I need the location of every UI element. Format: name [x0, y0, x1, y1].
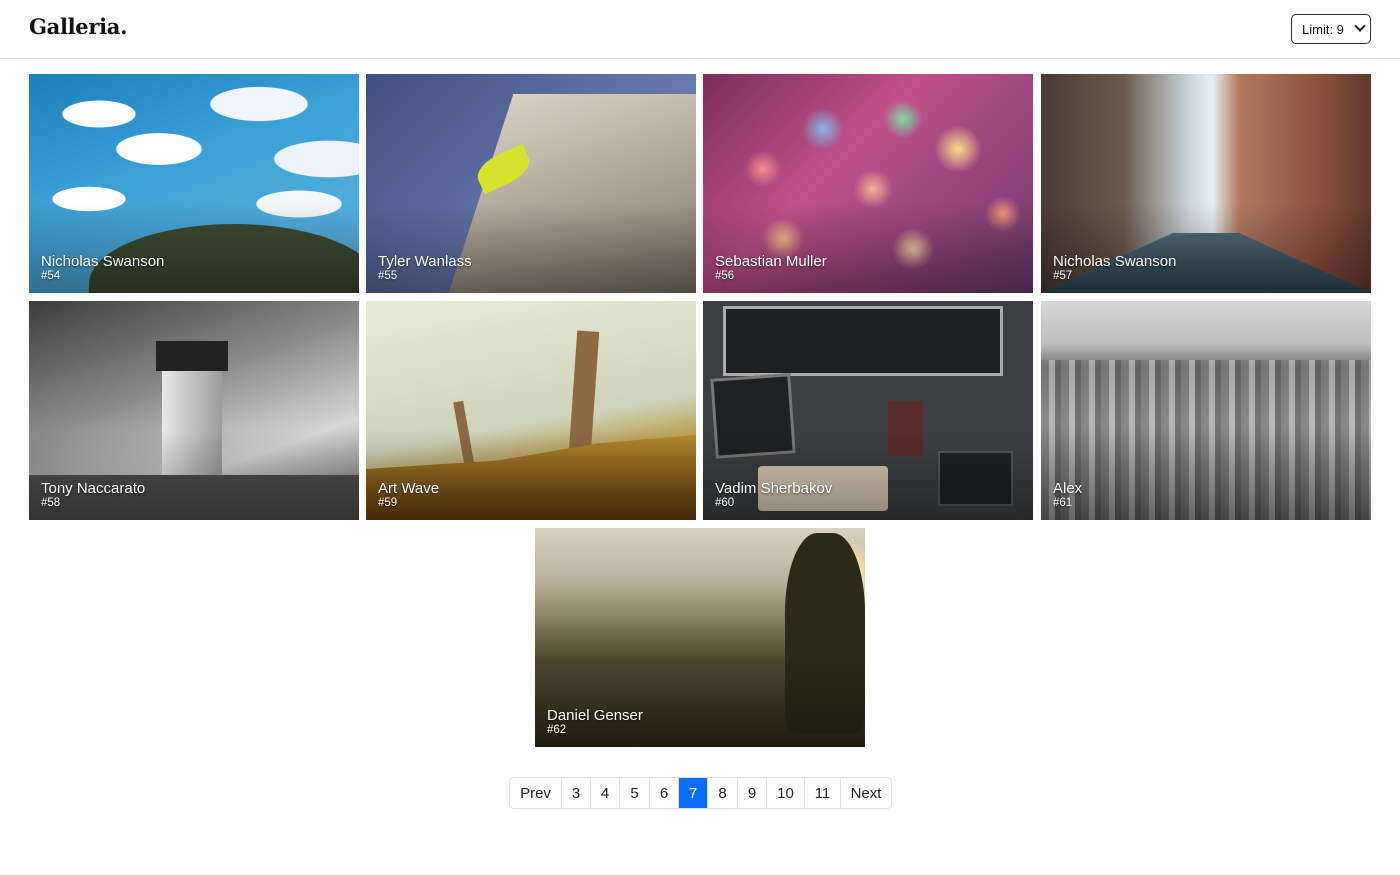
page-button[interactable]: 5 [620, 778, 650, 808]
photo-id: #55 [378, 270, 398, 282]
photo-id: #60 [715, 497, 735, 509]
prev-button[interactable]: Prev [510, 778, 562, 808]
photo-author: Alex [1053, 480, 1083, 497]
photo-id: #61 [1053, 497, 1073, 509]
photo-id: #57 [1053, 270, 1073, 282]
pagination: Prev 3 4 5 6 7 8 9 10 11 Next [509, 777, 892, 809]
photo-card[interactable]: Daniel Genser #62 [535, 528, 865, 747]
photo-card[interactable]: Vadim Sherbakov #60 [703, 301, 1033, 520]
page-button[interactable]: 9 [738, 778, 767, 808]
photo-author: Sebastian Muller [715, 253, 827, 270]
photo-card[interactable]: Tony Naccarato #58 [29, 301, 359, 520]
photo-author: Daniel Genser [547, 707, 643, 724]
photo-card[interactable]: Tyler Wanlass #55 [366, 74, 696, 293]
photo-author: Nicholas Swanson [41, 253, 165, 270]
photo-card[interactable]: Nicholas Swanson #54 [29, 74, 359, 293]
page-button[interactable]: 6 [650, 778, 679, 808]
header: Galleria. Limit: 9 [0, 0, 1400, 59]
photo-card[interactable]: Sebastian Muller #56 [703, 74, 1033, 293]
photo-author: Art Wave [378, 480, 440, 497]
photo-author: Nicholas Swanson [1053, 253, 1177, 270]
page-button[interactable]: 10 [767, 778, 805, 808]
photo-id: #59 [378, 497, 398, 509]
photo-author: Vadim Sherbakov [715, 480, 833, 497]
photo-card[interactable]: Art Wave #59 [366, 301, 696, 520]
page-button-current[interactable]: 7 [679, 778, 708, 808]
limit-select[interactable]: Limit: 9 [1291, 14, 1371, 44]
brand-logo[interactable]: Galleria. [29, 14, 127, 39]
page-button[interactable]: 3 [562, 778, 591, 808]
chevron-down-icon [1354, 20, 1366, 32]
photo-id: #56 [715, 270, 735, 282]
photo-id: #62 [547, 724, 567, 736]
photo-card[interactable]: Nicholas Swanson #57 [1041, 74, 1371, 293]
photo-id: #54 [41, 270, 61, 282]
page-button[interactable]: 4 [591, 778, 620, 808]
limit-select-value: Limit: 9 [1302, 21, 1344, 37]
photo-id: #58 [41, 497, 61, 509]
photo-card[interactable]: Alex #61 [1041, 301, 1371, 520]
page-button[interactable]: 11 [805, 778, 841, 808]
photo-author: Tyler Wanlass [378, 253, 472, 270]
photo-author: Tony Naccarato [41, 480, 146, 497]
next-button[interactable]: Next [841, 778, 891, 808]
page-button[interactable]: 8 [708, 778, 738, 808]
